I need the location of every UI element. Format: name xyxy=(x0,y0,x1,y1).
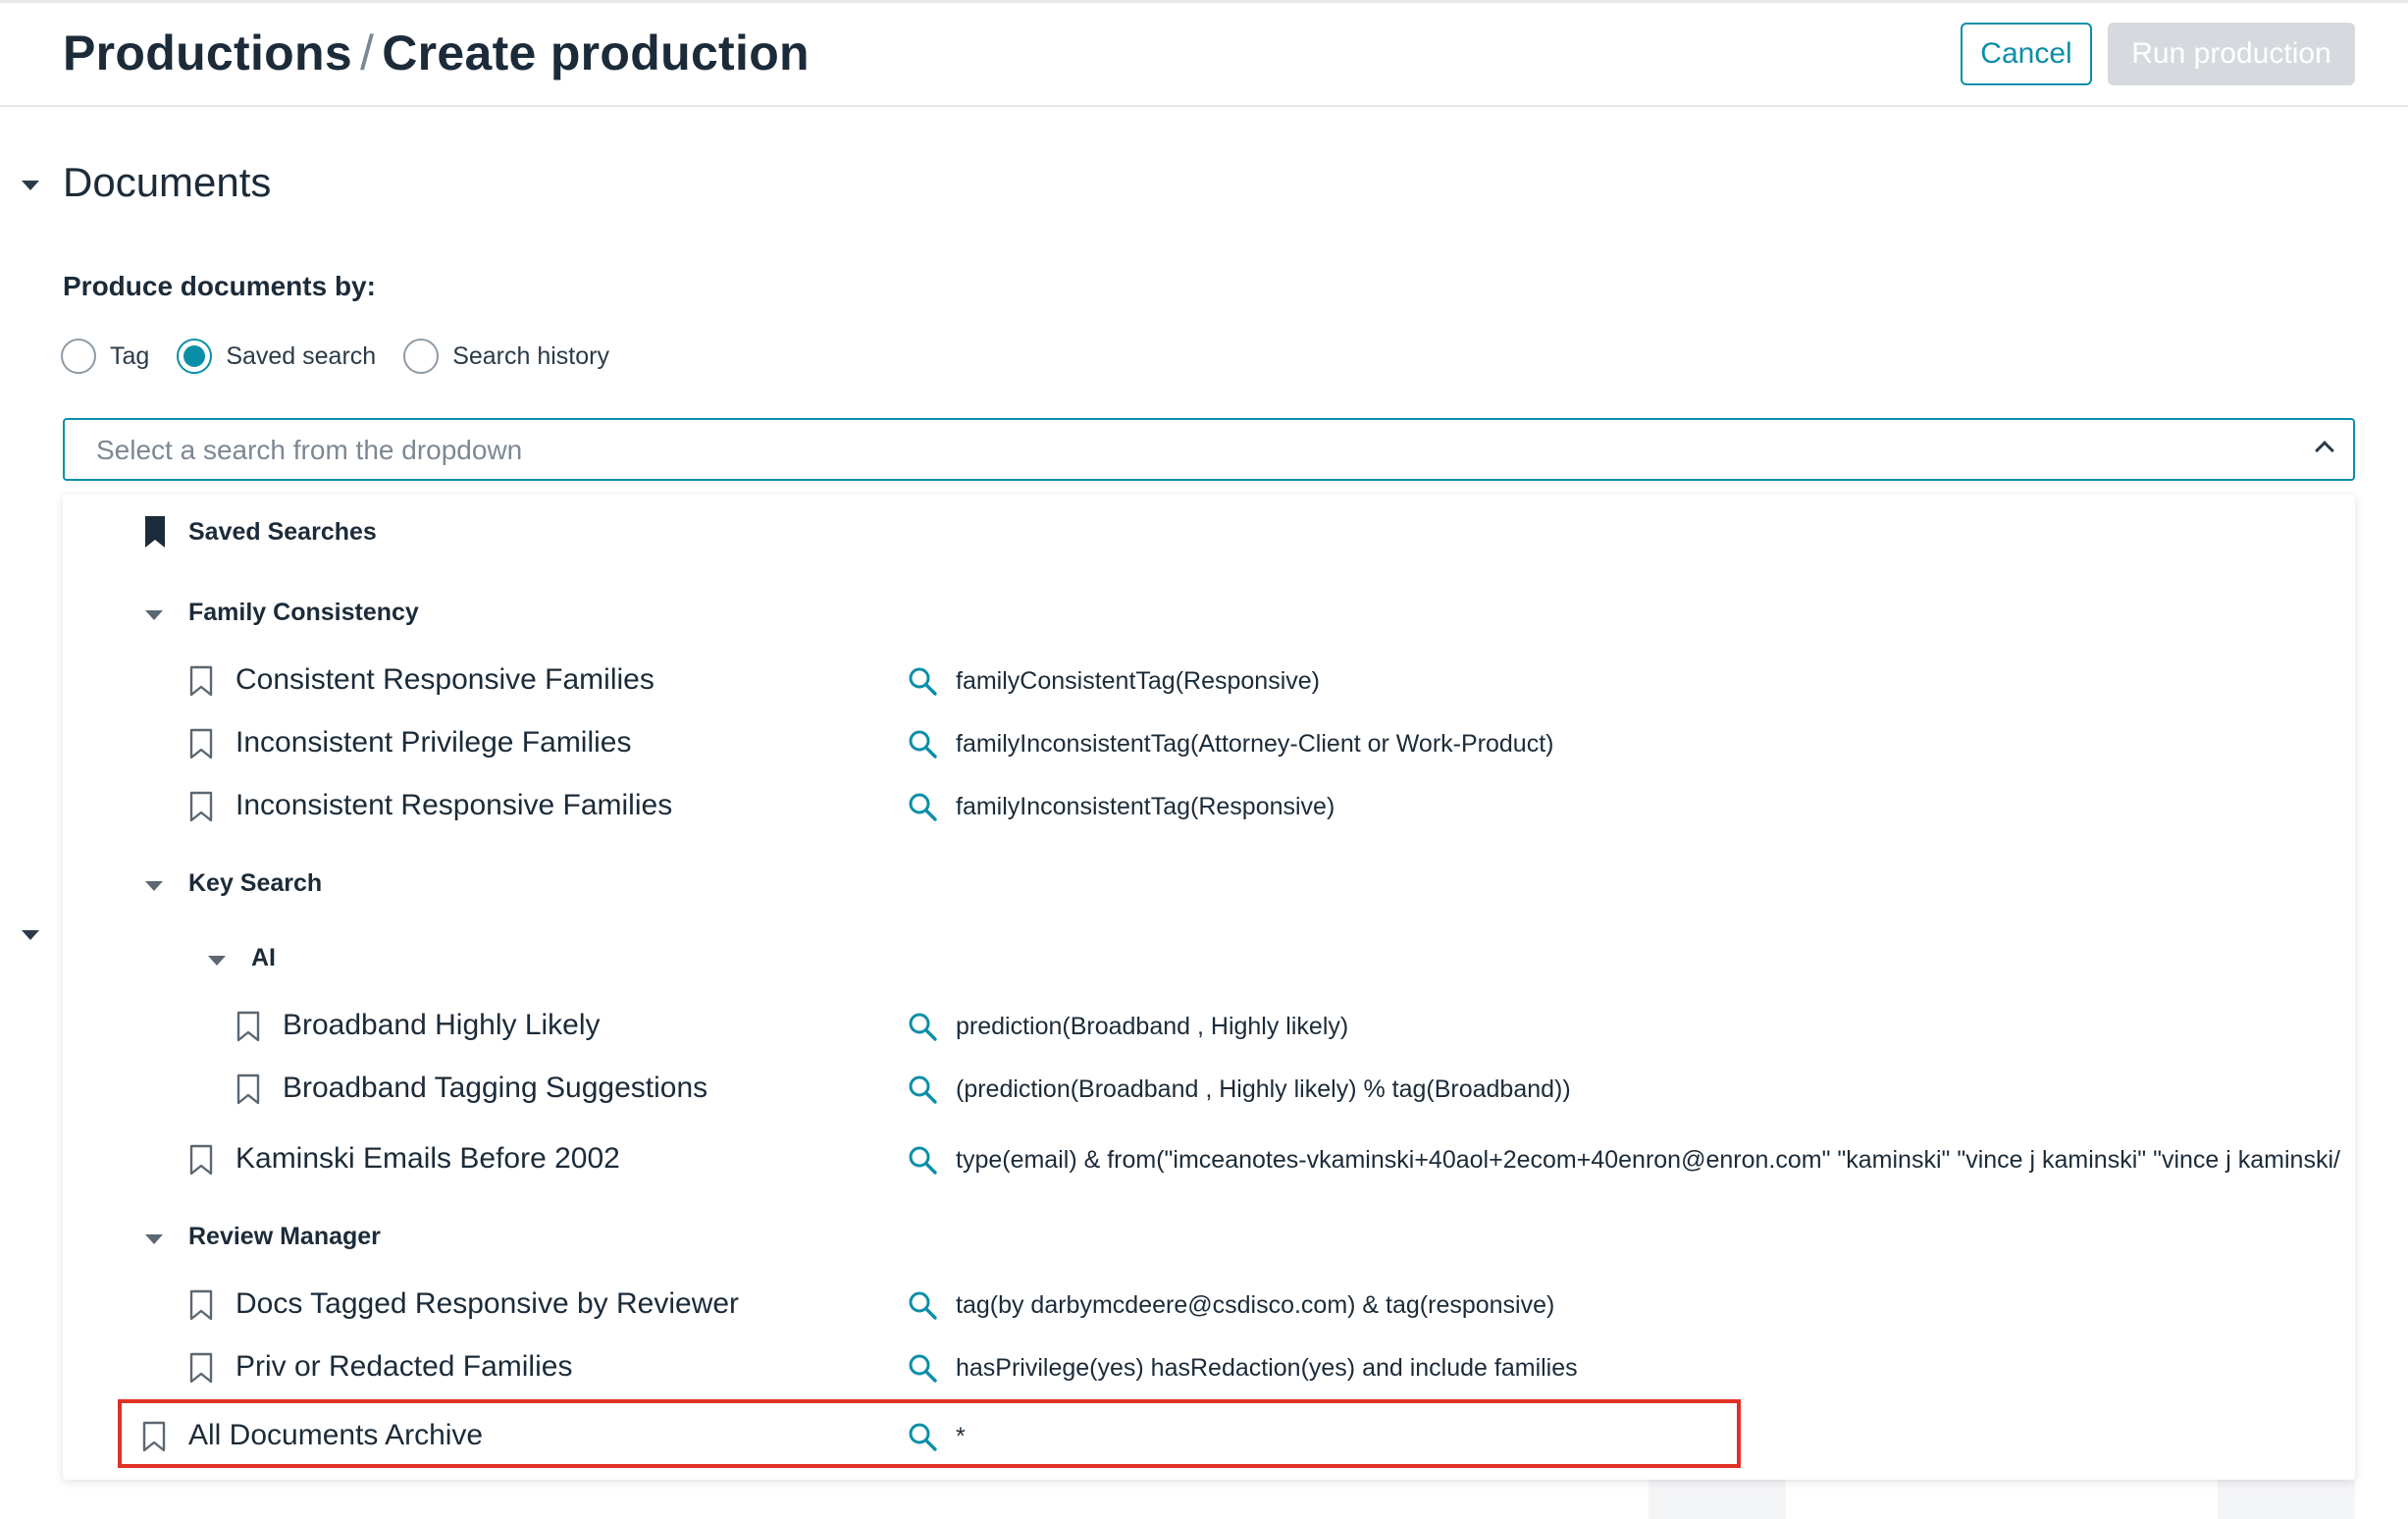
list-item[interactable]: Docs Tagged Responsive by Reviewer tag(b… xyxy=(63,1276,2355,1335)
saved-search-name: Inconsistent Privilege Families xyxy=(236,726,632,759)
saved-search-name: Kaminski Emails Before 2002 xyxy=(236,1142,620,1175)
saved-search-query: familyInconsistentTag(Attorney-Client or… xyxy=(956,730,1554,758)
search-icon xyxy=(909,1354,937,1383)
radio-saved-search[interactable] xyxy=(177,339,213,374)
cancel-button[interactable]: Cancel xyxy=(1961,23,2092,85)
page-header: Productions / Create production Cancel Run… xyxy=(0,3,2408,107)
page-title: Productions / Create production xyxy=(63,25,810,81)
bookmark-icon xyxy=(189,1352,213,1384)
run-production-button[interactable]: Run production xyxy=(2108,23,2355,85)
bookmark-icon xyxy=(189,791,213,822)
breadcrumb-separator: / xyxy=(359,26,375,80)
radio-label-tag: Tag xyxy=(110,341,150,370)
bookmark-filled-icon xyxy=(145,516,165,548)
saved-search-name: Broadband Tagging Suggestions xyxy=(283,1072,708,1104)
search-icon xyxy=(909,1013,937,1041)
group-key-search[interactable]: Key Search xyxy=(63,856,2355,915)
list-item[interactable]: Inconsistent Privilege Families familyIn… xyxy=(63,714,2355,773)
saved-search-query: (prediction(Broadband , Highly likely) %… xyxy=(956,1075,1571,1103)
radio-label-saved-search: Saved search xyxy=(226,341,377,370)
saved-searches-label: Saved Searches xyxy=(188,518,377,546)
group-review-manager[interactable]: Review Manager xyxy=(63,1209,2355,1268)
list-item[interactable]: Consistent Responsive Families familyCon… xyxy=(63,652,2355,710)
documents-section-title: Documents xyxy=(63,159,272,205)
radio-option-saved-search[interactable]: Saved search xyxy=(177,339,376,374)
list-item[interactable]: Broadband Highly Likely prediction(Broad… xyxy=(63,997,2355,1056)
saved-search-query: prediction(Broadband , Highly likely) xyxy=(956,1013,1349,1040)
chevron-up-icon[interactable] xyxy=(2315,441,2334,460)
saved-search-query: familyConsistentTag(Responsive) xyxy=(956,667,1320,695)
saved-search-name: Consistent Responsive Families xyxy=(236,663,654,696)
group-caret-icon[interactable] xyxy=(145,881,163,891)
bookmark-icon xyxy=(189,1289,213,1321)
bookmark-icon xyxy=(189,665,213,697)
search-icon xyxy=(909,793,937,821)
saved-searches-root: Saved Searches xyxy=(63,504,2355,563)
saved-search-select[interactable]: Select a search from the dropdown xyxy=(63,418,2355,481)
background-block xyxy=(1649,1480,1786,1519)
group-label-key-search: Key Search xyxy=(188,869,323,897)
list-item[interactable]: Priv or Redacted Families hasPrivilege(y… xyxy=(63,1338,2355,1397)
saved-search-query: tag(by darbymcdeere@csdisco.com) & tag(r… xyxy=(956,1291,1555,1319)
select-placeholder: Select a search from the dropdown xyxy=(96,435,523,465)
radio-option-tag[interactable]: Tag xyxy=(61,339,149,374)
group-caret-icon[interactable] xyxy=(145,1234,163,1244)
next-section-collapse-icon[interactable] xyxy=(22,930,39,940)
search-icon xyxy=(909,667,937,696)
search-icon xyxy=(909,730,937,759)
bookmark-icon xyxy=(189,728,213,760)
saved-search-name: Docs Tagged Responsive by Reviewer xyxy=(236,1287,740,1320)
search-icon xyxy=(909,1075,937,1104)
search-icon xyxy=(909,1146,937,1175)
list-item[interactable]: Broadband Tagging Suggestions (predictio… xyxy=(63,1060,2355,1119)
group-caret-icon[interactable] xyxy=(208,956,226,966)
produce-by-radio-group: Tag Saved search Search history xyxy=(61,337,637,376)
bookmark-icon xyxy=(236,1011,260,1042)
saved-search-dropdown: Saved Searches Family Consistency Consis… xyxy=(63,495,2355,1480)
list-item[interactable]: Inconsistent Responsive Families familyI… xyxy=(63,777,2355,836)
group-ai[interactable]: AI xyxy=(63,930,2355,989)
breadcrumb-current: Create production xyxy=(382,26,810,80)
background-block xyxy=(2218,1480,2355,1519)
saved-search-name: Priv or Redacted Families xyxy=(236,1350,573,1383)
produce-documents-label: Produce documents by: xyxy=(63,271,376,301)
saved-search-query: familyInconsistentTag(Responsive) xyxy=(956,793,1335,820)
bookmark-icon xyxy=(236,1074,260,1105)
highlight-annotation-box xyxy=(118,1399,1741,1468)
radio-tag[interactable] xyxy=(61,339,96,374)
search-icon xyxy=(909,1291,937,1320)
saved-search-query: type(email) & from("imceanotes-vkaminski… xyxy=(956,1146,2340,1174)
group-family-consistency[interactable]: Family Consistency xyxy=(63,585,2355,644)
saved-search-name: Inconsistent Responsive Families xyxy=(236,789,673,821)
radio-label-search-history: Search history xyxy=(452,341,609,370)
saved-search-name: Broadband Highly Likely xyxy=(283,1009,601,1041)
create-production-page: Productions / Create production Cancel Run… xyxy=(0,0,2408,1519)
saved-search-query: hasPrivilege(yes) hasRedaction(yes) and … xyxy=(956,1354,1578,1382)
documents-collapse-icon[interactable] xyxy=(22,181,39,190)
group-label-family-consistency: Family Consistency xyxy=(188,599,419,626)
radio-search-history[interactable] xyxy=(403,339,440,374)
list-item[interactable]: Kaminski Emails Before 2002 type(email) … xyxy=(63,1130,2355,1189)
bookmark-icon xyxy=(189,1144,213,1176)
group-label-ai: AI xyxy=(251,944,276,971)
radio-option-search-history[interactable]: Search history xyxy=(403,339,609,374)
group-caret-icon[interactable] xyxy=(145,610,163,620)
breadcrumb-productions[interactable]: Productions xyxy=(63,26,352,80)
group-label-review-manager: Review Manager xyxy=(188,1223,381,1250)
